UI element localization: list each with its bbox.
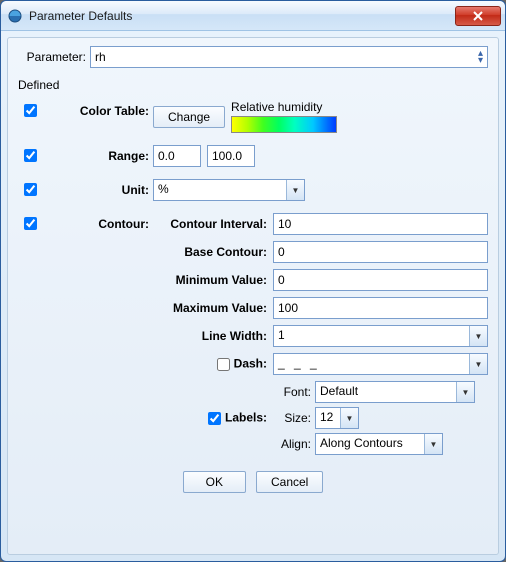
align-select[interactable]: Along Contours ▼ [315, 433, 443, 455]
unit-label: Unit: [49, 183, 153, 197]
chevron-down-icon: ▼ [286, 180, 304, 200]
contour-interval-label: Contour Interval: [153, 217, 273, 231]
min-value-input[interactable] [273, 269, 488, 291]
font-value: Default [316, 382, 456, 402]
range-max-input[interactable] [207, 145, 255, 167]
unit-select[interactable]: % ▼ [153, 179, 305, 201]
size-select[interactable]: 12 ▼ [315, 407, 359, 429]
range-min-input[interactable] [153, 145, 201, 167]
spinner-icon: ▴▾ [478, 50, 483, 64]
line-width-select[interactable]: 1 ▼ [273, 325, 488, 347]
unit-value: % [154, 180, 286, 200]
dash-label: Dash: [234, 356, 267, 370]
contour-checkbox[interactable] [24, 217, 37, 230]
line-width-label: Line Width: [153, 329, 273, 343]
labels-label: Labels: [225, 410, 267, 424]
labels-checkbox[interactable] [208, 412, 221, 425]
app-icon [7, 8, 23, 24]
parameter-value: rh [95, 50, 106, 64]
parameter-combo[interactable]: rh ▴▾ [90, 46, 488, 68]
close-button[interactable] [455, 6, 501, 26]
footer: OK Cancel [18, 471, 488, 493]
unit-checkbox[interactable] [24, 183, 37, 196]
dash-value: _ _ _ [274, 354, 469, 374]
chevron-down-icon: ▼ [340, 408, 358, 428]
contour-subgrid: Contour Interval: Base Contour: Minimum … [153, 213, 488, 455]
dash-select[interactable]: _ _ _ ▼ [273, 353, 488, 375]
ok-button[interactable]: OK [183, 471, 246, 493]
chevron-down-icon: ▼ [469, 354, 487, 374]
color-swatch-label: Relative humidity [231, 100, 337, 114]
color-swatch-bar [231, 116, 337, 133]
line-width-value: 1 [274, 326, 469, 346]
dash-checkbox[interactable] [217, 358, 230, 371]
align-value: Along Contours [316, 434, 424, 454]
close-icon [473, 11, 483, 21]
max-value-input[interactable] [273, 297, 488, 319]
contour-interval-input[interactable] [273, 213, 488, 235]
color-table-row: Color Table: Change Relative humidity [18, 100, 488, 133]
parameter-label: Parameter: [18, 50, 86, 64]
color-table-checkbox[interactable] [24, 104, 37, 117]
defined-header: Defined [18, 78, 488, 92]
size-label: Size: [275, 411, 315, 425]
dash-cell: Dash: [153, 355, 273, 374]
range-row: Range: [18, 145, 488, 167]
labels-cell: Labels: [153, 409, 273, 428]
unit-row: Unit: % ▼ [18, 179, 488, 201]
font-select[interactable]: Default ▼ [315, 381, 475, 403]
window: Parameter Defaults Parameter: rh ▴▾ Defi… [0, 0, 506, 562]
range-label: Range: [49, 149, 153, 163]
contour-label: Contour: [49, 217, 153, 231]
window-title: Parameter Defaults [29, 9, 455, 23]
chevron-down-icon: ▼ [469, 326, 487, 346]
color-swatch: Relative humidity [231, 100, 337, 133]
change-color-button[interactable]: Change [153, 106, 225, 128]
font-label: Font: [275, 385, 315, 399]
max-value-label: Maximum Value: [153, 301, 273, 315]
contour-row: Contour: Contour Interval: Base Contour:… [18, 213, 488, 455]
size-value: 12 [316, 408, 340, 428]
cancel-button[interactable]: Cancel [256, 471, 323, 493]
parameter-row: Parameter: rh ▴▾ [18, 46, 488, 68]
min-value-label: Minimum Value: [153, 273, 273, 287]
client-area: Parameter: rh ▴▾ Defined Color Table: Ch… [7, 37, 499, 555]
align-label: Align: [275, 437, 315, 451]
base-contour-input[interactable] [273, 241, 488, 263]
chevron-down-icon: ▼ [456, 382, 474, 402]
base-contour-label: Base Contour: [153, 245, 273, 259]
labels-font-block: Font: Default ▼ Size: 12 ▼ [273, 381, 488, 455]
range-checkbox[interactable] [24, 149, 37, 162]
color-table-label: Color Table: [49, 104, 153, 118]
titlebar: Parameter Defaults [1, 1, 505, 31]
chevron-down-icon: ▼ [424, 434, 442, 454]
